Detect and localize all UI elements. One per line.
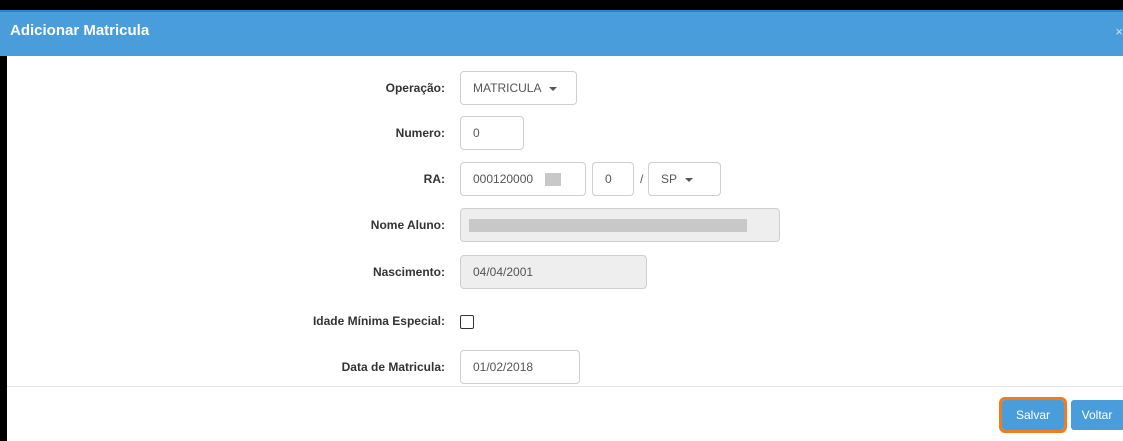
nascimento-input: 04/04/2001	[460, 255, 647, 289]
numero-label: Numero:	[395, 126, 445, 140]
operacao-row: Operação: MATRICULA	[0, 71, 1123, 105]
idade-minima-label: Idade Mínima Especial:	[312, 314, 445, 328]
close-icon[interactable]: ×	[1115, 24, 1123, 39]
operacao-label: Operação:	[385, 81, 445, 95]
footer-divider	[7, 386, 1123, 387]
nome-aluno-input	[460, 208, 780, 242]
modal-title: Adicionar Matricula	[10, 22, 150, 39]
nascimento-value: 04/04/2001	[473, 265, 534, 279]
back-button[interactable]: Voltar	[1071, 400, 1123, 430]
ra-uf-select[interactable]: SP	[648, 162, 721, 196]
numero-row: Numero: 0	[0, 116, 1123, 150]
nascimento-label: Nascimento:	[372, 265, 445, 279]
data-matricula-input[interactable]: 01/02/2018	[460, 350, 580, 384]
numero-value: 0	[473, 126, 480, 140]
chevron-down-icon	[685, 177, 694, 182]
save-button[interactable]: Salvar	[999, 397, 1067, 433]
ra-uf-value: SP	[661, 172, 678, 186]
modal-header: Adicionar Matricula ×	[0, 10, 1123, 56]
idade-minima-checkbox[interactable]	[460, 315, 474, 329]
operacao-value: MATRICULA	[473, 81, 542, 95]
redacted-block	[469, 219, 747, 232]
idade-minima-row: Idade Mínima Especial:	[0, 304, 1123, 338]
nome-aluno-row: Nome Aluno:	[0, 208, 1123, 242]
ra-digit-input[interactable]: 0	[592, 162, 634, 196]
numero-input[interactable]: 0	[460, 116, 524, 150]
ra-digit-value: 0	[605, 172, 612, 186]
ra-extra-row: 0 / SP	[0, 162, 1123, 196]
ra-separator: /	[640, 172, 644, 186]
nome-aluno-label: Nome Aluno:	[370, 218, 445, 232]
operacao-select[interactable]: MATRICULA	[460, 71, 577, 105]
data-matricula-value: 01/02/2018	[473, 360, 534, 374]
nascimento-row: Nascimento: 04/04/2001	[0, 255, 1123, 289]
data-matricula-label: Data de Matricula:	[341, 360, 445, 374]
data-matricula-row: Data de Matricula: 01/02/2018	[0, 350, 1123, 384]
chevron-down-icon	[549, 86, 558, 91]
